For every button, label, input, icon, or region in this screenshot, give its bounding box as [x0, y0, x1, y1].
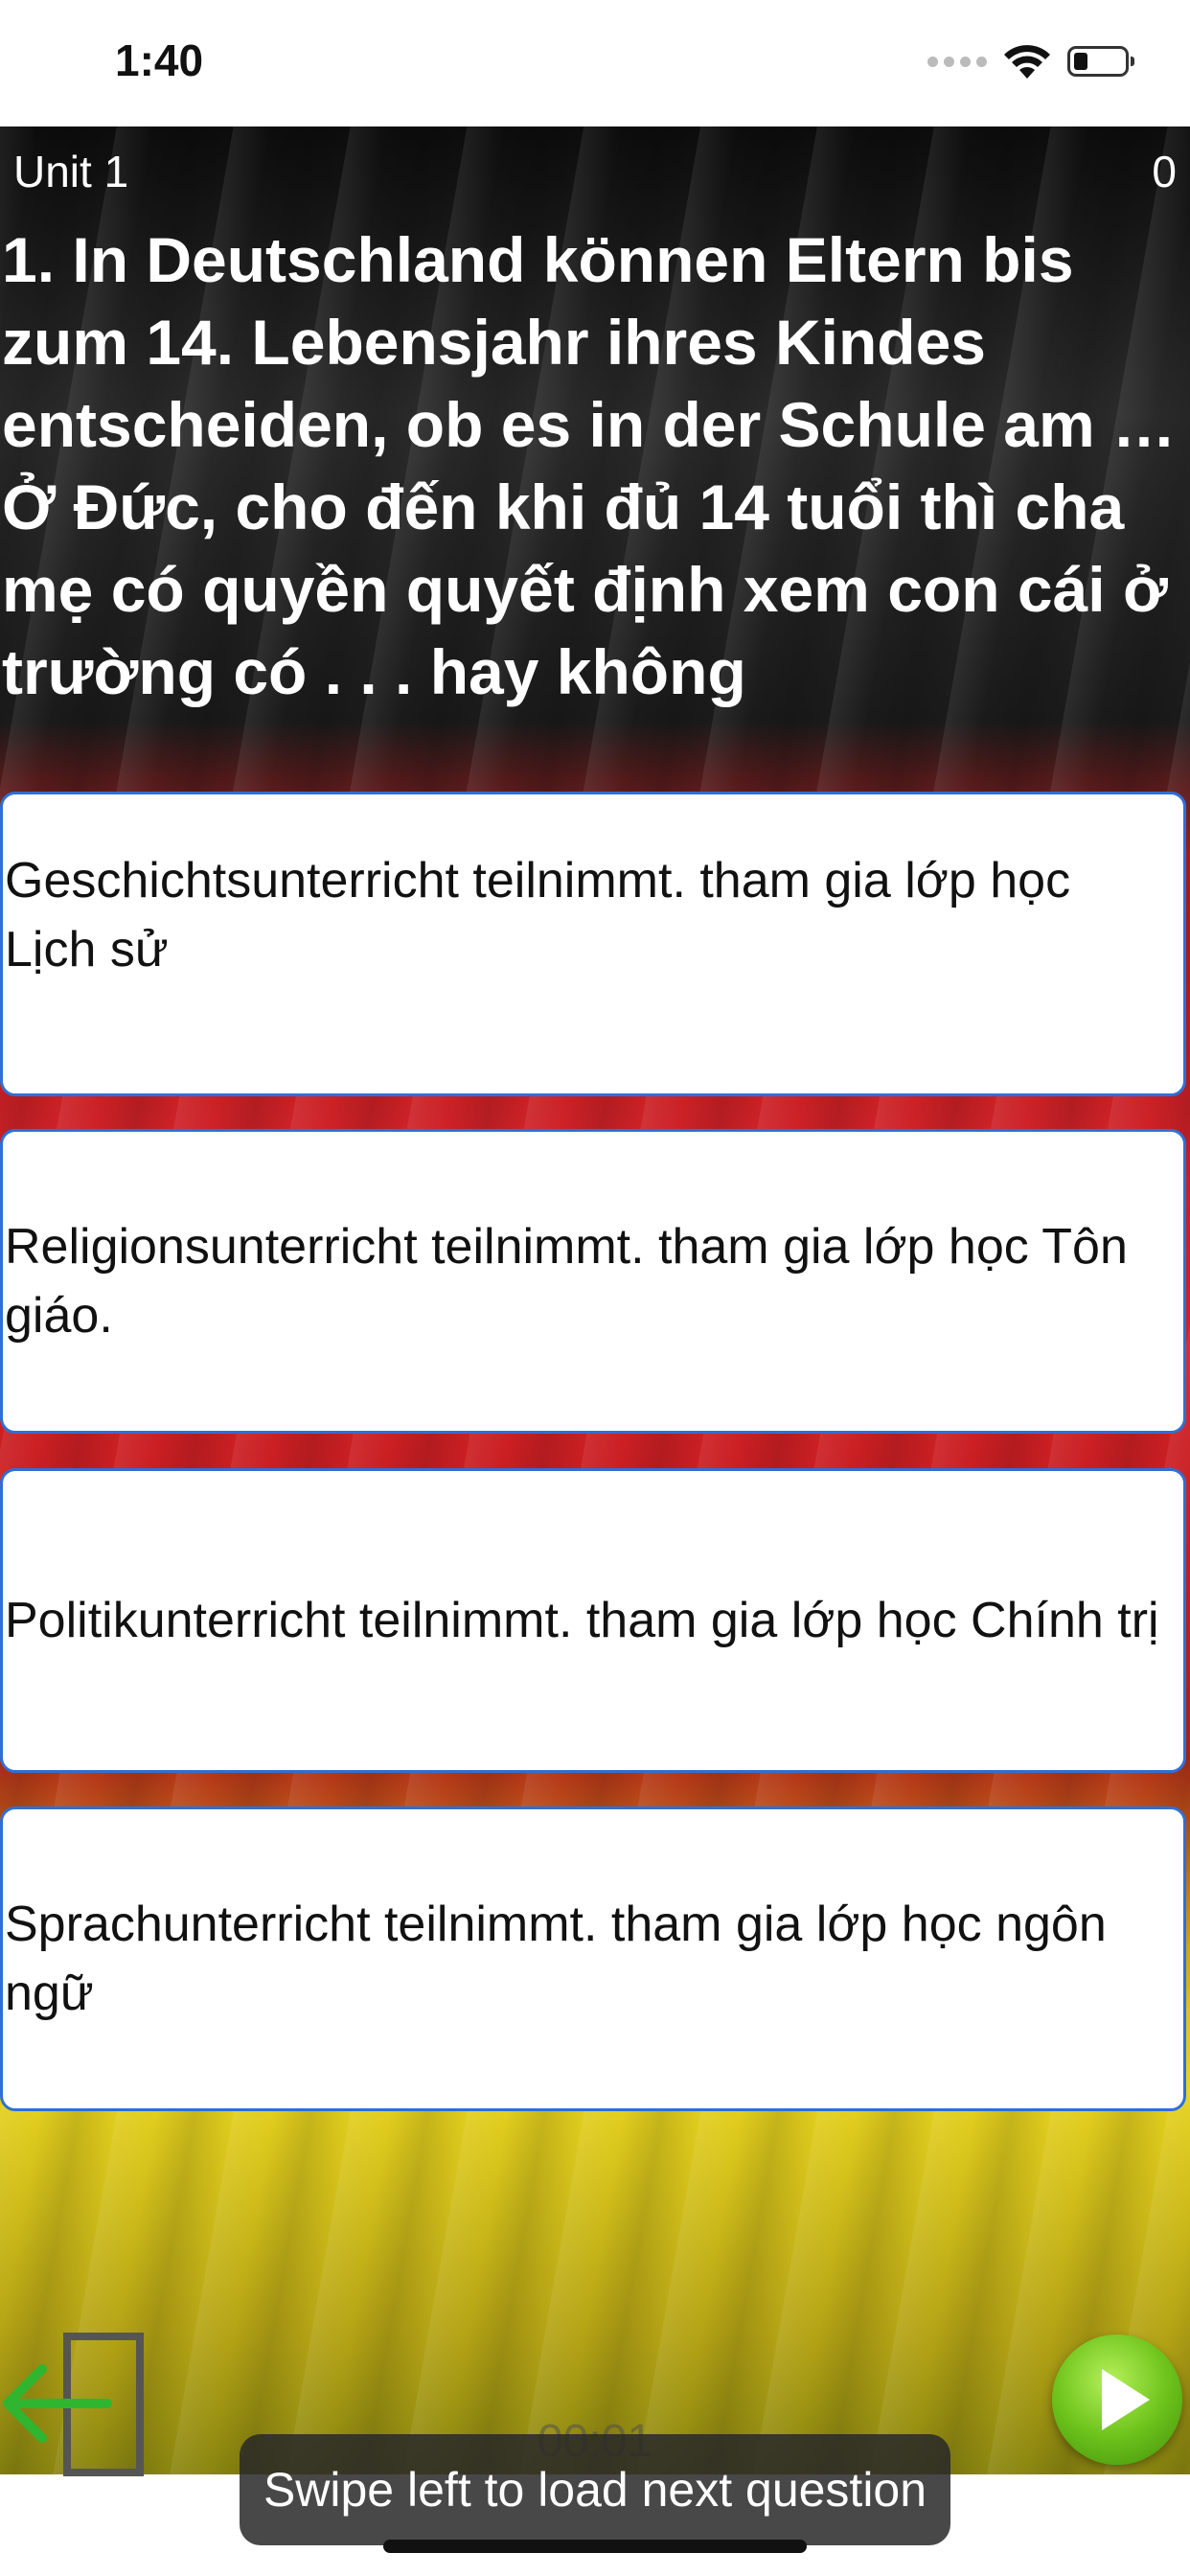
score-counter: 0 — [1152, 147, 1177, 196]
unit-label: Unit 1 — [13, 147, 129, 196]
answer-option-3-label: Politikunterricht teilnimmt. tham gia lớ… — [5, 1593, 1159, 1648]
cellular-signal-icon — [927, 56, 987, 67]
play-icon — [1102, 2369, 1150, 2430]
answer-option-1-label: Geschichtsunterricht teilnimmt. tham gia… — [5, 853, 1071, 978]
home-indicator — [383, 2540, 807, 2553]
question-text: 1. In Deutschland können Eltern bis zum … — [2, 224, 1176, 707]
status-bar: 1:40 — [0, 0, 1190, 126]
status-icons — [927, 42, 1134, 80]
answer-option-4[interactable]: Sprachunterricht teilnimmt. tham gia lớp… — [0, 1806, 1186, 2111]
answer-option-2[interactable]: Religionsunterricht teilnimmt. tham gia … — [0, 1129, 1186, 1434]
answer-option-2-label: Religionsunterricht teilnimmt. tham gia … — [5, 1219, 1128, 1344]
battery-icon — [1067, 46, 1134, 77]
answer-option-4-label: Sprachunterricht teilnimmt. tham gia lớp… — [5, 1897, 1107, 2021]
wifi-icon — [1004, 45, 1050, 79]
swipe-hint-toast: Swipe left to load next question — [240, 2434, 950, 2545]
next-question-button[interactable] — [1052, 2334, 1182, 2465]
status-time: 1:40 — [115, 35, 204, 85]
answer-option-1[interactable]: Geschichtsunterricht teilnimmt. tham gia… — [0, 792, 1186, 1096]
answer-option-3[interactable]: Politikunterricht teilnimmt. tham gia lớ… — [0, 1468, 1186, 1773]
